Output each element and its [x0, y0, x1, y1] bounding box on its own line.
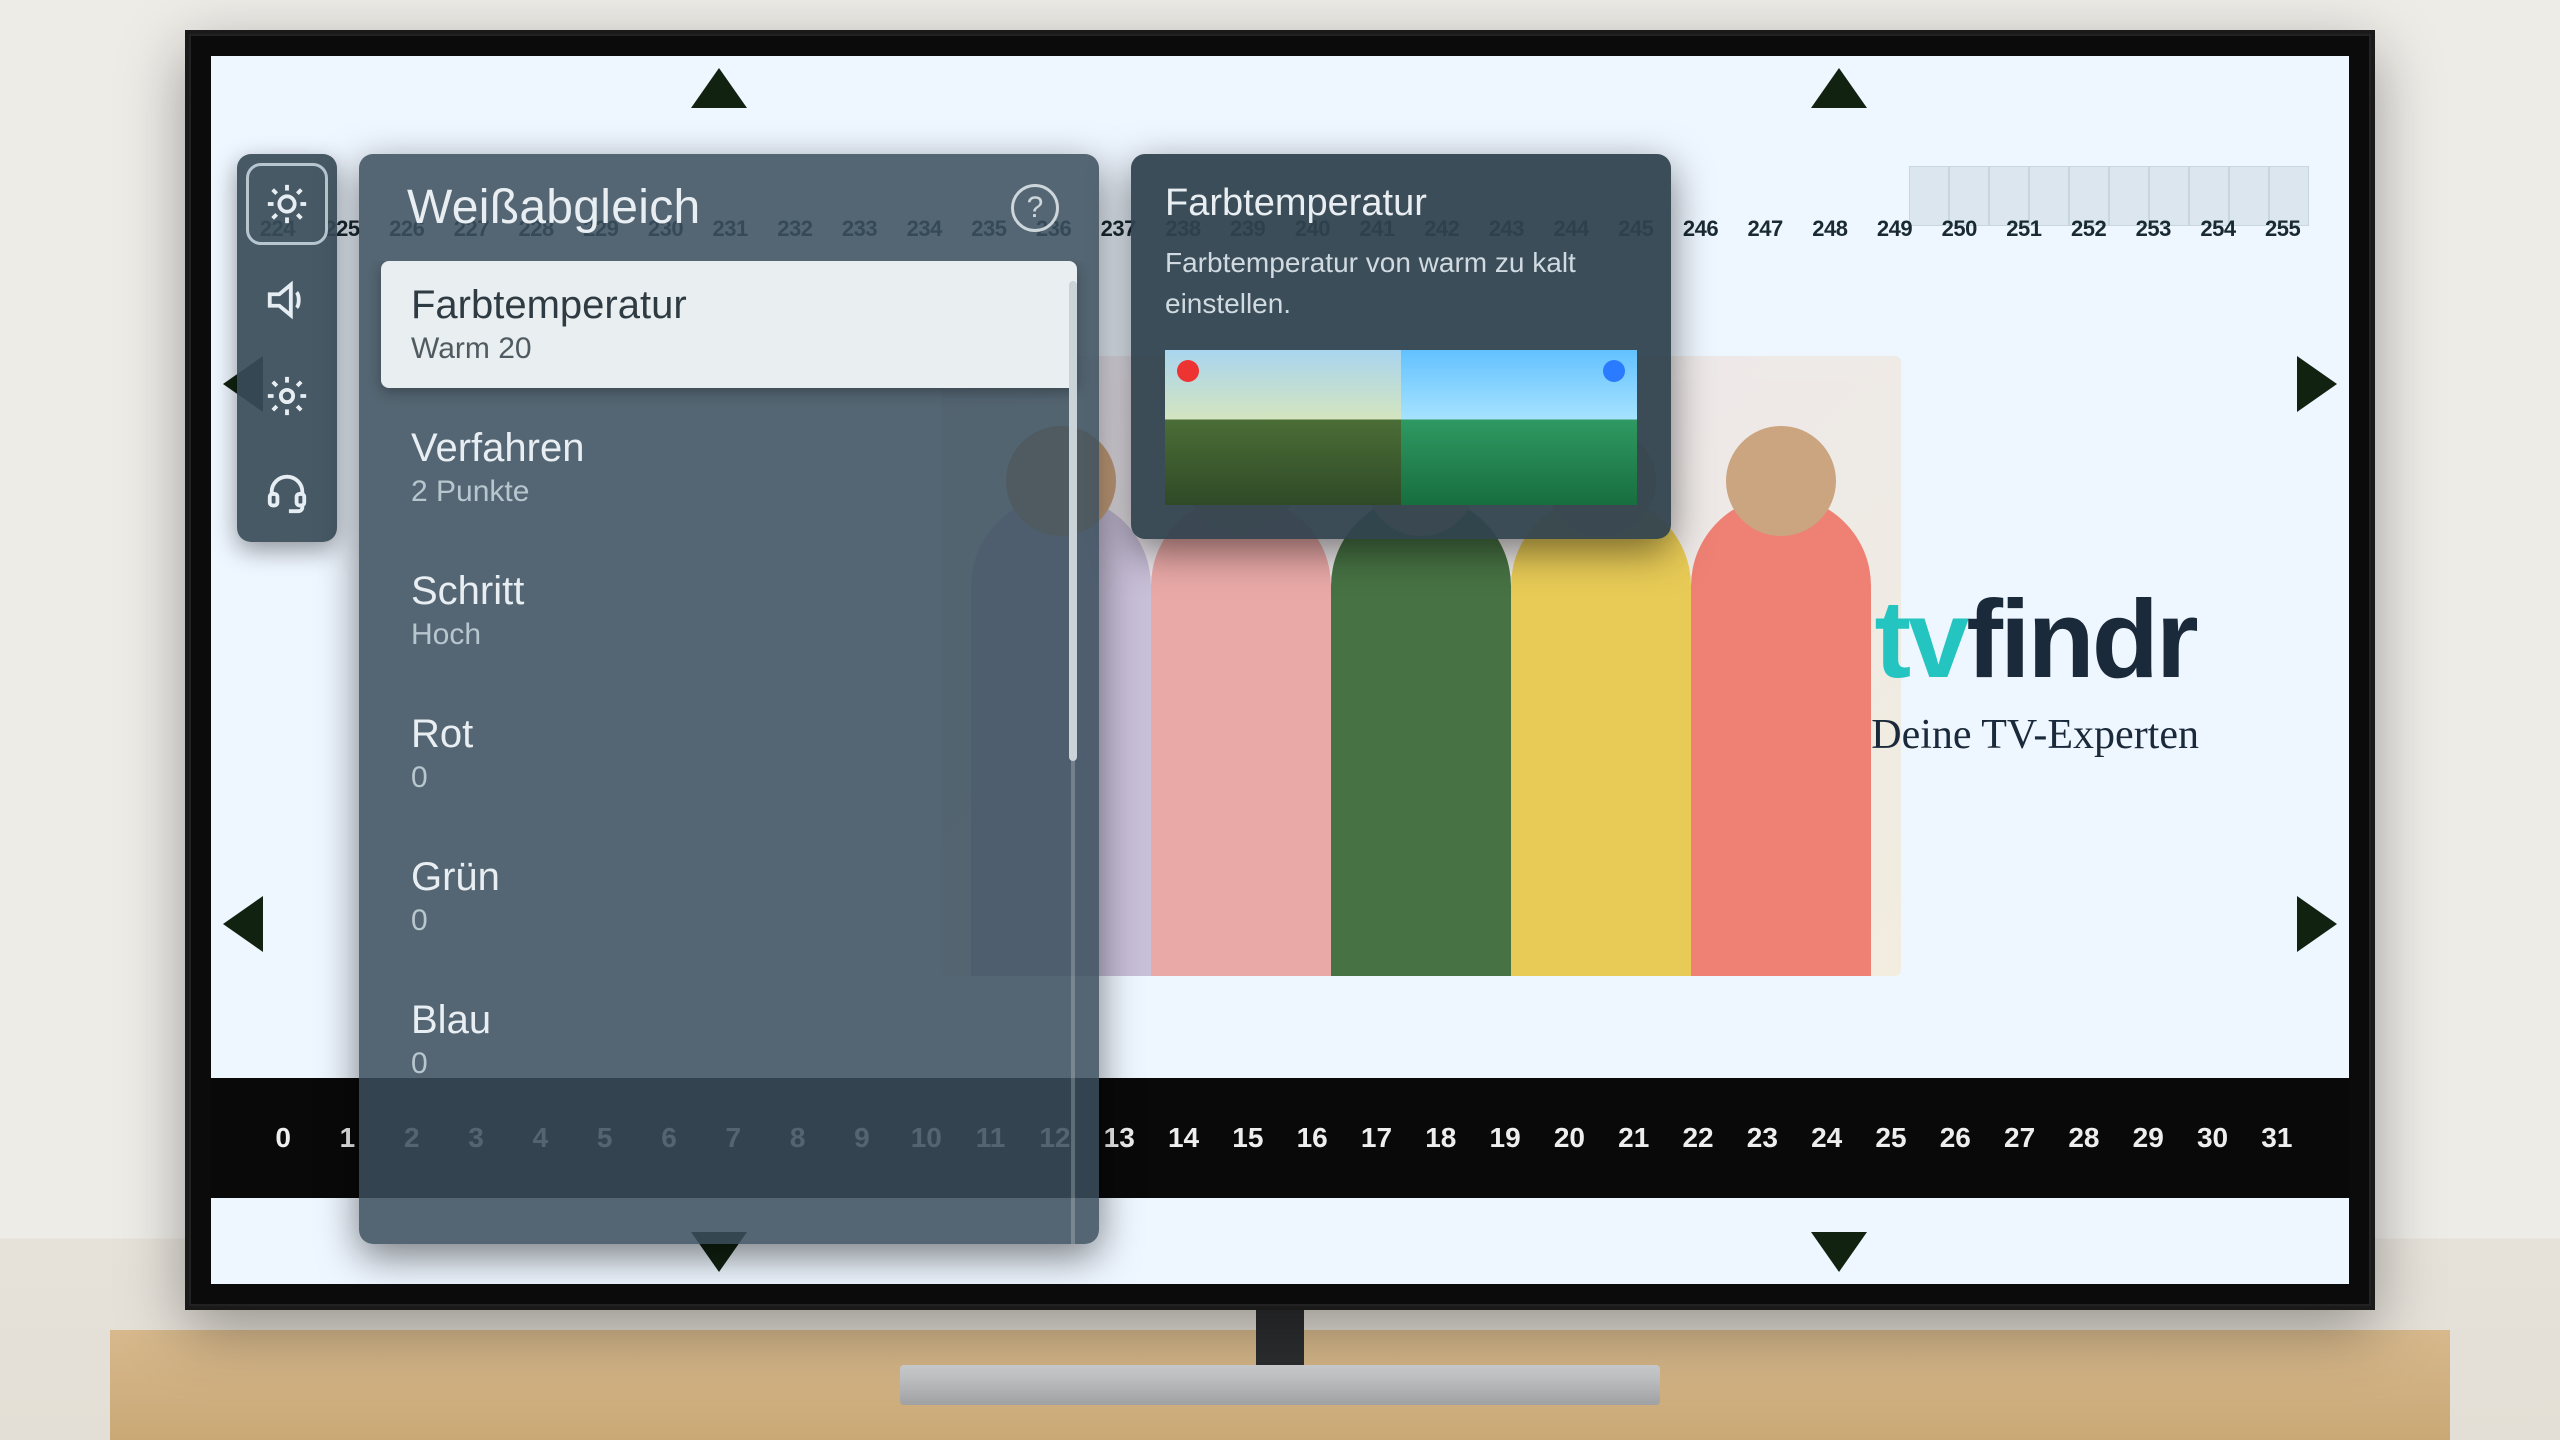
setting-value: Hoch — [411, 618, 1047, 652]
setting-value: Warm 20 — [411, 332, 1047, 366]
overscan-arrow-left — [223, 896, 263, 952]
overscan-arrow-right — [2297, 896, 2337, 952]
general-settings-tab[interactable] — [251, 360, 323, 432]
tick-label: 20 — [1537, 1122, 1601, 1154]
tick-label: 247 — [1733, 216, 1798, 260]
setting-value: 0 — [411, 1047, 1047, 1081]
tick-label: 30 — [2180, 1122, 2244, 1154]
setting-item-verfahren[interactable]: Verfahren 2 Punkte — [381, 404, 1077, 531]
cool-dot-icon — [1603, 360, 1625, 382]
tick-label: 31 — [2245, 1122, 2309, 1154]
tick-label: 254 — [2186, 216, 2251, 260]
tv-stand — [900, 1365, 1660, 1405]
tick-label: 27 — [1987, 1122, 2051, 1154]
tick-label: 255 — [2250, 216, 2315, 260]
setting-description-card: Farbtemperatur Farbtemperatur von warm z… — [1131, 154, 1671, 539]
tick-label: 252 — [2056, 216, 2121, 260]
setting-item-gr-n[interactable]: Grün 0 — [381, 833, 1077, 960]
tick-label: 18 — [1409, 1122, 1473, 1154]
speaker-icon — [264, 277, 310, 323]
logo-tagline: Deine TV-Experten — [1871, 711, 2199, 759]
tick-label: 17 — [1344, 1122, 1408, 1154]
tick-label: 25 — [1859, 1122, 1923, 1154]
setting-item-blau[interactable]: Blau 0 — [381, 976, 1077, 1103]
setting-item-schritt[interactable]: Schritt Hoch — [381, 547, 1077, 674]
tooltip-text: Farbtemperatur von warm zu kalt einstell… — [1165, 243, 1637, 324]
setting-label: Blau — [411, 998, 1047, 1043]
brightness-icon — [264, 181, 310, 227]
tv-frame: 2242252262272282292302312322332342352362… — [185, 30, 2375, 1310]
tick-label: 21 — [1602, 1122, 1666, 1154]
white-balance-panel: Weißabgleich ? Farbtemperatur Warm 20 Verf… — [359, 154, 1099, 1244]
tick-label: 251 — [1992, 216, 2057, 260]
help-icon: ? — [1027, 191, 1044, 225]
setting-value: 2 Punkte — [411, 475, 1047, 509]
preview-warm — [1165, 350, 1401, 505]
setting-item-rot[interactable]: Rot 0 — [381, 690, 1077, 817]
scrollbar-thumb[interactable] — [1069, 281, 1077, 761]
setting-label: Grün — [411, 855, 1047, 900]
setting-label: Schritt — [411, 569, 1047, 614]
help-button[interactable]: ? — [1011, 184, 1059, 232]
overscan-arrow-up — [691, 68, 747, 108]
tick-label: 22 — [1666, 1122, 1730, 1154]
panel-title: Weißabgleich — [407, 180, 701, 235]
tick-label: 249 — [1862, 216, 1927, 260]
brand-logo: tvfindr Deine TV-Experten — [1871, 576, 2199, 759]
tick-label: 16 — [1280, 1122, 1344, 1154]
tick-label: 26 — [1923, 1122, 1987, 1154]
tv-screen: 2242252262272282292302312322332342352362… — [211, 56, 2349, 1284]
tick-label: 28 — [2052, 1122, 2116, 1154]
tick-label: 253 — [2121, 216, 2186, 260]
setting-item-farbtemperatur[interactable]: Farbtemperatur Warm 20 — [381, 261, 1077, 388]
tick-label: 0 — [251, 1122, 315, 1154]
logo-prefix: tv — [1875, 578, 1967, 701]
setting-value: 0 — [411, 761, 1047, 795]
setting-label: Verfahren — [411, 426, 1047, 471]
tick-label: 248 — [1798, 216, 1863, 260]
tick-label: 23 — [1730, 1122, 1794, 1154]
gear-icon — [264, 373, 310, 419]
tick-label: 250 — [1927, 216, 1992, 260]
setting-value: 0 — [411, 904, 1047, 938]
tick-label: 15 — [1216, 1122, 1280, 1154]
tick-label: 29 — [2116, 1122, 2180, 1154]
preview-cool — [1401, 350, 1637, 505]
tv-neck — [1256, 1308, 1304, 1368]
logo-suffix: findr — [1966, 578, 2195, 701]
tooltip-title: Farbtemperatur — [1165, 182, 1637, 225]
settings-category-rail — [237, 154, 337, 542]
overscan-arrow-right — [2297, 356, 2337, 412]
tick-label: 19 — [1473, 1122, 1537, 1154]
sound-settings-tab[interactable] — [251, 264, 323, 336]
setting-label: Rot — [411, 712, 1047, 757]
headset-icon — [264, 469, 310, 515]
picture-settings-tab[interactable] — [251, 168, 323, 240]
setting-label: Farbtemperatur — [411, 283, 1047, 328]
warm-dot-icon — [1177, 360, 1199, 382]
tick-label: 246 — [1668, 216, 1733, 260]
overscan-arrow-up — [1811, 68, 1867, 108]
overscan-arrow-down — [1811, 1232, 1867, 1272]
tick-label: 24 — [1795, 1122, 1859, 1154]
color-temp-preview — [1165, 350, 1637, 505]
tick-label: 14 — [1151, 1122, 1215, 1154]
support-tab[interactable] — [251, 456, 323, 528]
